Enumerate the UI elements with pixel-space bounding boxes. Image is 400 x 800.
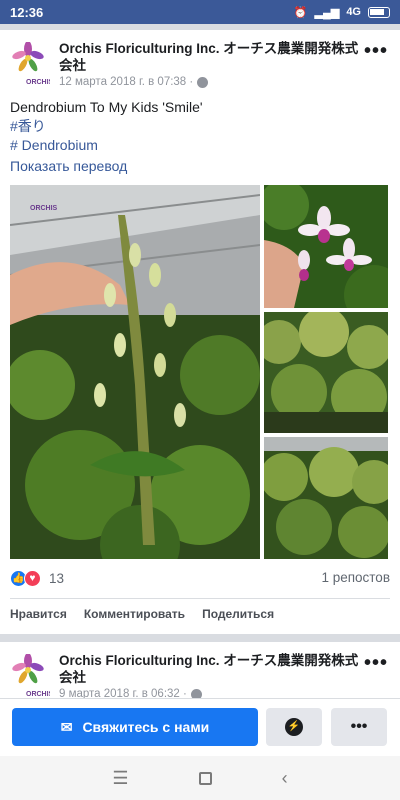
post-header: ORCHIS Orchis Floriculturing Inc. オーチス農業…: [10, 652, 390, 702]
back-icon[interactable]: ‹: [282, 768, 288, 789]
watermark-text: ORCHIS: [30, 205, 58, 212]
photo-greenhouse-2[interactable]: [264, 437, 388, 559]
menu-icon[interactable]: ☰: [112, 768, 128, 789]
system-nav-bar: ☰ ‹: [0, 756, 400, 800]
status-time: 12:36: [10, 4, 44, 20]
page-logo[interactable]: ORCHIS: [10, 653, 54, 698]
post-meta: 12 марта 2018 г. в 07:38 ·: [59, 76, 209, 88]
envelope-icon: ✉: [60, 718, 73, 735]
post-actions: Нравится Комментировать Поделиться: [10, 607, 274, 621]
messenger-icon: ⚡: [285, 718, 303, 736]
post-header: ORCHIS Orchis Floriculturing Inc. オーチス農業…: [10, 40, 390, 90]
share-count[interactable]: 1 репостов: [321, 570, 390, 585]
signal-icon: ▂▄▆: [314, 6, 340, 19]
love-reaction-icon: ♥: [24, 570, 41, 587]
comment-button[interactable]: Комментировать: [84, 607, 185, 621]
hashtag-dendrobium[interactable]: # Dendrobium: [10, 136, 203, 155]
more-button[interactable]: •••: [331, 708, 387, 746]
messenger-button[interactable]: ⚡: [266, 708, 322, 746]
alarm-icon: ⏰: [293, 6, 308, 19]
page-action-bar: ✉ Свяжитесь с нами ⚡ •••: [0, 698, 400, 756]
home-icon[interactable]: [198, 771, 212, 785]
contact-us-button[interactable]: ✉ Свяжитесь с нами: [12, 708, 258, 746]
post-title: Dendrobium To My Kids 'Smile': [10, 99, 203, 115]
post-date[interactable]: 12 марта 2018 г. в 07:38 ·: [59, 76, 193, 88]
page-name[interactable]: Orchis Floriculturing Inc. オーチス農業開発株式会社: [59, 652, 359, 686]
photo-main[interactable]: ORCHIS: [10, 185, 260, 559]
post-card: ORCHIS Orchis Floriculturing Inc. オーチス農業…: [0, 642, 400, 702]
network-type: 4G: [346, 6, 361, 18]
reaction-summary[interactable]: 👍 ♥ 13: [10, 570, 64, 587]
more-options-icon[interactable]: •••: [364, 41, 388, 61]
page-name[interactable]: Orchis Floriculturing Inc. オーチス農業開発株式会社: [59, 40, 359, 74]
status-icons: ⏰ ▂▄▆ 4G: [294, 6, 390, 19]
post-card: ORCHIS Orchis Floriculturing Inc. オーチス農業…: [0, 30, 400, 634]
globe-icon: [197, 76, 209, 88]
battery-icon: [368, 6, 390, 18]
logo-text: ORCHIS: [26, 691, 50, 698]
like-button[interactable]: Нравится: [10, 607, 67, 621]
status-bar: 12:36 ⏰ ▂▄▆ 4G: [0, 0, 400, 24]
show-translation-link[interactable]: Показать перевод: [10, 158, 127, 174]
more-options-icon[interactable]: •••: [364, 653, 388, 673]
photo-flower[interactable]: [264, 185, 388, 308]
photo-greenhouse-1[interactable]: [264, 312, 388, 433]
more-icon: •••: [350, 718, 368, 735]
post-text: Dendrobium To My Kids 'Smile' #香り # Dend…: [10, 98, 203, 155]
photo-grid: ORCHIS: [10, 185, 388, 559]
page-logo[interactable]: ORCHIS: [10, 41, 54, 86]
divider: [10, 598, 390, 599]
hashtag-kaori[interactable]: #香り: [10, 117, 203, 136]
logo-text: ORCHIS: [26, 79, 50, 86]
share-button[interactable]: Поделиться: [202, 607, 274, 621]
contact-us-label: Свяжитесь с нами: [82, 719, 210, 735]
reaction-count: 13: [49, 571, 65, 586]
